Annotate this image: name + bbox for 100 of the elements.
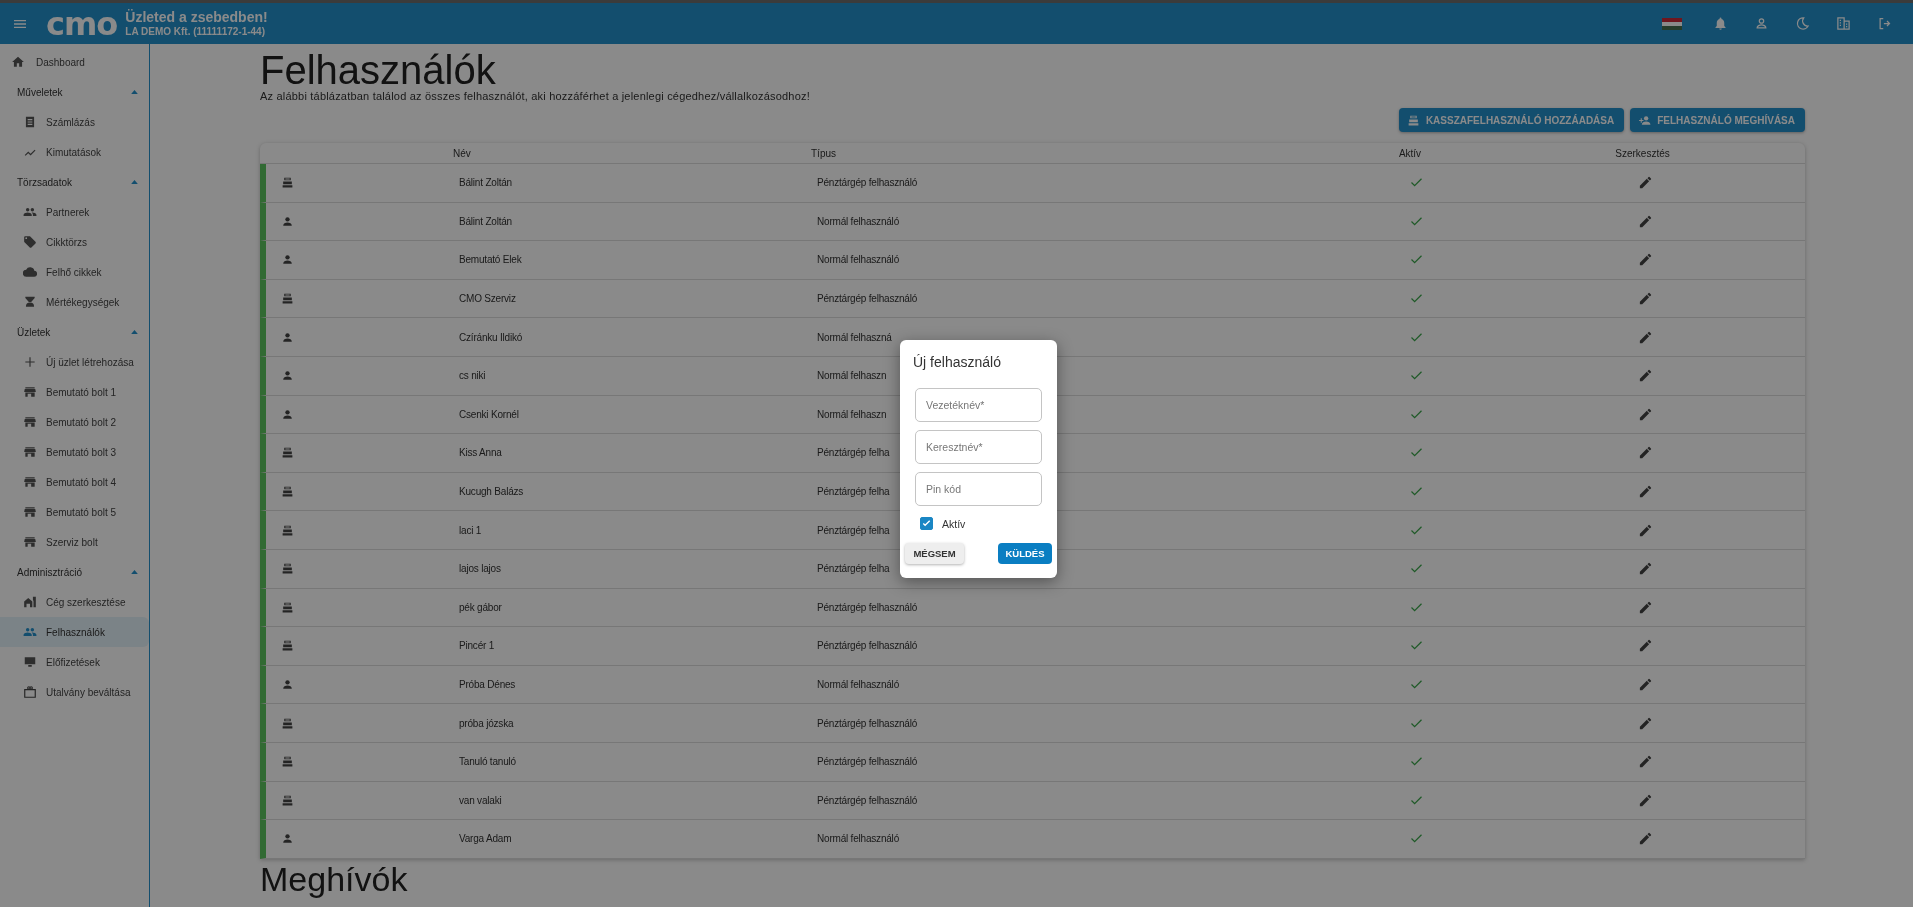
input-field[interactable]: Vezetéknév* — [915, 388, 1042, 422]
submit-button[interactable]: KÜLDÉS — [998, 543, 1052, 564]
edit-button[interactable] — [1638, 792, 1653, 808]
checkmark-icon — [921, 518, 932, 529]
sidebar-item[interactable]: Bemutató bolt 5 — [0, 497, 149, 527]
pencil-icon — [1638, 792, 1653, 808]
home-icon — [11, 55, 25, 69]
logout-icon[interactable] — [1877, 16, 1892, 31]
sidebar-section-header[interactable]: Műveletek — [0, 77, 149, 107]
table-cell: CMO Szerviz — [459, 293, 516, 305]
pencil-icon — [1638, 522, 1653, 538]
input-field[interactable]: Keresztnév* — [915, 430, 1042, 464]
sidebar-item[interactable]: Szerviz bolt — [0, 527, 149, 557]
edit-button[interactable] — [1638, 831, 1653, 847]
edit-button[interactable] — [1638, 445, 1653, 461]
table-cell: Bálint Zoltán — [459, 215, 512, 227]
edit-button[interactable] — [1638, 599, 1653, 615]
table-cell: Normál felhasználó — [817, 833, 899, 845]
pencil-icon — [1638, 329, 1653, 345]
edit-button[interactable] — [1638, 406, 1653, 422]
sidebar-section-header[interactable]: Törzsadatok — [0, 167, 149, 197]
table-cell: Próba Dénes — [459, 679, 516, 690]
table-cell: Tanuló tanuló — [459, 756, 516, 768]
sidebar-item[interactable]: Dashboard — [0, 47, 149, 77]
sidebar-item[interactable]: Bemutató bolt 4 — [0, 467, 149, 497]
pencil-icon — [1638, 715, 1653, 731]
edit-button[interactable] — [1638, 484, 1653, 500]
sidebar-item[interactable]: Utalvány beváltása — [0, 677, 149, 707]
sidebar-item[interactable]: Felhő cikkek — [0, 257, 149, 287]
pencil-icon — [1638, 445, 1653, 461]
pencil-icon — [1638, 406, 1653, 422]
edit-button[interactable] — [1638, 368, 1653, 384]
table-cell: cs niki — [459, 370, 486, 382]
sidebar-item[interactable]: Számlázás — [0, 107, 149, 137]
tag-icon — [23, 235, 37, 249]
table-cell: Pincér 1 — [459, 640, 495, 652]
active-checkbox[interactable]: Aktív — [920, 517, 1052, 530]
sidebar-item[interactable]: Partnerek — [0, 197, 149, 227]
moon-icon[interactable] — [1795, 16, 1810, 31]
edit-button[interactable] — [1638, 175, 1653, 191]
table-cell: Normál felhasználó — [817, 679, 899, 690]
edit-button[interactable] — [1638, 754, 1653, 770]
gift-icon — [23, 685, 37, 699]
sidebar-item[interactable]: Új üzlet létrehozása — [0, 347, 149, 377]
sidebar-item[interactable]: Bemutató bolt 1 — [0, 377, 149, 407]
table-cell: Pénztárgép felha — [817, 563, 890, 575]
bell-icon[interactable] — [1713, 16, 1728, 31]
edit-button[interactable] — [1638, 252, 1653, 268]
sidebar-item[interactable]: Kimutatások — [0, 137, 149, 167]
sidebar-item[interactable]: Cég szerkesztése — [0, 587, 149, 617]
people-icon — [23, 625, 37, 639]
cash-register-icon — [281, 292, 294, 306]
table-cell: Pénztárgép felhasználó — [817, 640, 918, 652]
sidebar-section-header[interactable]: Üzletek — [0, 317, 149, 347]
document-icon — [23, 115, 37, 129]
store-icon — [23, 505, 37, 519]
flag-icon[interactable] — [1662, 17, 1682, 30]
add-cashier-user-button[interactable]: KASSZAFELHASZNÁLÓ HOZZÁADÁSA — [1398, 108, 1625, 132]
table-cell: Pénztárgép felha — [817, 447, 890, 459]
table-cell: Normál felhaszn — [817, 408, 887, 420]
sidebar-item[interactable]: Cikktörzs — [0, 227, 149, 257]
store-icon — [23, 445, 37, 459]
cancel-button[interactable]: MÉGSEM — [905, 543, 964, 564]
edit-button[interactable] — [1638, 291, 1653, 307]
cash-register-icon — [281, 176, 294, 190]
table-cell: lajos lajos — [459, 563, 501, 575]
table-cell: Pénztárgép felha — [817, 486, 890, 498]
edit-button[interactable] — [1638, 213, 1653, 229]
table-cell: Pénztárgép felhasználó — [817, 794, 918, 806]
pencil-icon — [1638, 252, 1653, 268]
sidebar-item[interactable]: Bemutató bolt 3 — [0, 437, 149, 467]
input-field[interactable]: Pin kód — [915, 472, 1042, 506]
sidebar-item[interactable]: Mértékegységek — [0, 287, 149, 317]
logo[interactable]: cmo — [46, 8, 118, 39]
edit-button[interactable] — [1638, 329, 1653, 345]
edit-button[interactable] — [1638, 561, 1653, 577]
table-cell: Pénztárgép felhasználó — [817, 177, 918, 189]
table-cell: pék gábor — [459, 601, 502, 613]
table-cell: Normál felhaszná — [817, 331, 892, 343]
edit-button[interactable] — [1638, 638, 1653, 654]
sidebar-section-header[interactable]: Adminisztráció — [0, 557, 149, 587]
table-cell: Varga Adam — [459, 833, 512, 845]
cloud-icon — [23, 265, 37, 279]
pencil-icon — [1638, 561, 1653, 577]
edit-button[interactable] — [1638, 715, 1653, 731]
table-cell: Normál felhasználó — [817, 254, 899, 266]
pencil-icon — [1638, 213, 1653, 229]
add-person-icon — [1638, 113, 1652, 127]
table-cell: próba józska — [459, 717, 514, 729]
sidebar-item[interactable]: Előfizetések — [0, 647, 149, 677]
cash-register-icon — [281, 562, 294, 576]
sidebar-item[interactable]: Bemutató bolt 2 — [0, 407, 149, 437]
edit-button[interactable] — [1638, 522, 1653, 538]
section-title: Meghívók — [260, 860, 409, 897]
user-icon[interactable] — [1754, 16, 1769, 31]
invite-user-button[interactable]: FELHASZNÁLÓ MEGHÍVÁSA — [1630, 108, 1805, 132]
person-icon — [281, 330, 294, 344]
edit-button[interactable] — [1638, 677, 1653, 692]
pencil-icon — [1638, 638, 1653, 654]
table-cell: laci 1 — [459, 524, 482, 536]
